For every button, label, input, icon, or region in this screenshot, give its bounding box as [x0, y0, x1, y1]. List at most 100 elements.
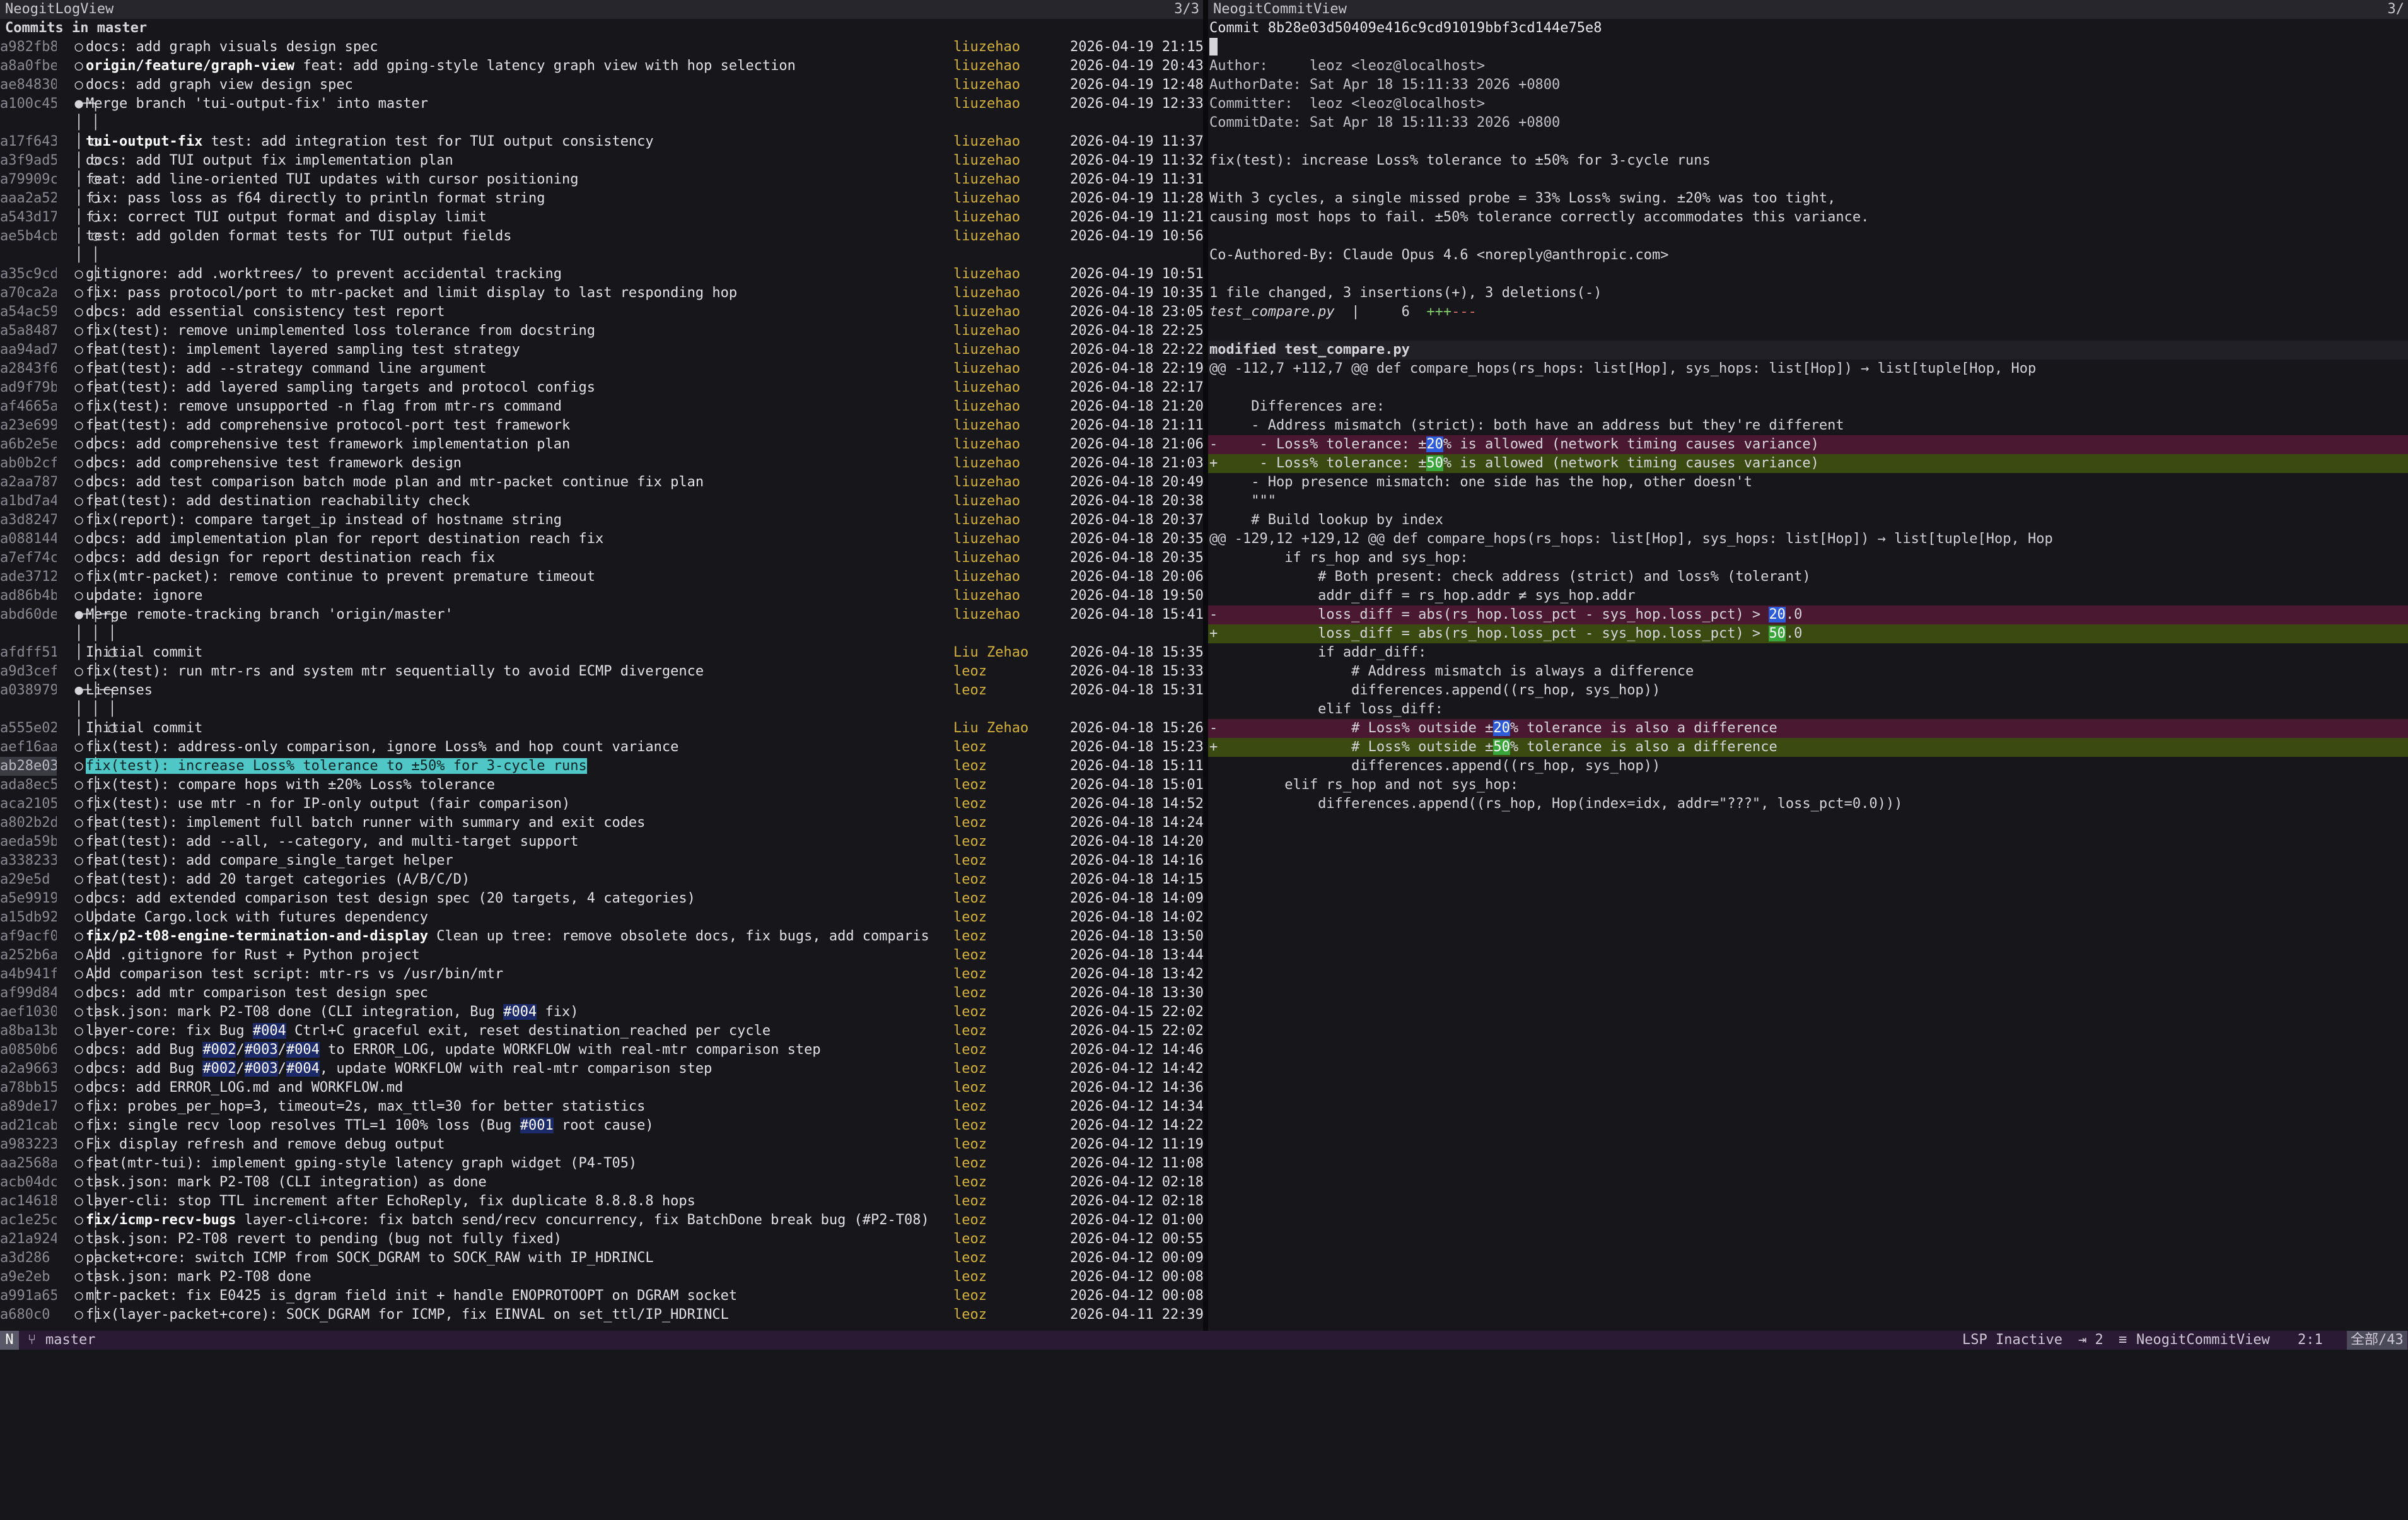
- commit-row[interactable]: a100c45 ●─╮ Merge branch 'tui-output-fix'…: [0, 95, 1203, 114]
- hunk-header-2[interactable]: @@ -129,12 +129,12 @@ def compare_hops(r…: [1208, 530, 2408, 549]
- commit-list[interactable]: a982fb8 ○ docs: add graph visuals design …: [0, 38, 1203, 1324]
- commit-row[interactable]: a89de17 ○ │ fix: probes_per_hop=3, timeou…: [0, 1097, 1203, 1116]
- commit-row[interactable]: aef16aa ○ │ fix(test): address-only compa…: [0, 738, 1203, 757]
- commit-row[interactable]: a23e699 ○ │ feat(test): add comprehensive…: [0, 416, 1203, 435]
- commit-row[interactable]: a2843f6 ○ │ feat(test): add --strategy co…: [0, 360, 1203, 378]
- commit-row[interactable]: a088144 ○ │ docs: add implementation plan…: [0, 530, 1203, 549]
- commit-row[interactable]: a4b941f ○ │ Add comparison test script: m…: [0, 965, 1203, 984]
- commit-row[interactable]: a17f643 │ ○ tui-output-fix test: add inte…: [0, 132, 1203, 151]
- hunk-header-1[interactable]: @@ -112,7 +112,7 @@ def compare_hops(rs_…: [1208, 360, 2408, 378]
- commit-row[interactable]: a5a8487 ○ │ fix(test): remove unimplement…: [0, 322, 1203, 341]
- commit-row[interactable]: a3f9ad5 │ ○ docs: add TUI output fix impl…: [0, 151, 1203, 170]
- commit-body-line: causing most hops to fail. ±50% toleranc…: [1209, 209, 1870, 225]
- diffstat-file-row[interactable]: test_compare.py | 6 +++---: [1208, 303, 2408, 322]
- commit-row[interactable]: ae84830 ○ docs: add graph view design spe…: [0, 76, 1203, 95]
- commit-row[interactable]: af4665a ○ │ fix(test): remove unsupported…: [0, 397, 1203, 416]
- cursor-line[interactable]: [1208, 38, 2408, 57]
- commit-row[interactable]: a543d17 │ ○ fix: correct TUI output forma…: [0, 208, 1203, 227]
- commit-message: feat(test): add destination reachability…: [86, 492, 950, 511]
- commit-row[interactable]: afdff51 │ │ ○ Initial commit Liu Zehao 2026…: [0, 643, 1203, 662]
- commit-row[interactable]: ad9f79b ○ │ feat(test): add layered sampl…: [0, 378, 1203, 397]
- commit-subject: test: add golden format tests for TUI ou…: [86, 228, 512, 244]
- commit-row[interactable]: ada8ec5 ○ │ fix(test): compare hops with …: [0, 776, 1203, 795]
- commit-row[interactable]: a9d3cef ○ │ fix(test): run mtr-rs and sys…: [0, 662, 1203, 681]
- commit-row[interactable]: ab0b2cf ○ │ docs: add comprehensive test …: [0, 454, 1203, 473]
- pane-divider[interactable]: [1203, 0, 1208, 1331]
- commit-author: leoz: [953, 739, 987, 755]
- commit-row[interactable]: aef1030 ○ │ task.json: mark P2-T08 done (…: [0, 1003, 1203, 1022]
- commit-hash: aa94ad7: [0, 342, 57, 358]
- commit-row[interactable]: a338233 ○ │ feat(test): add compare_singl…: [0, 851, 1203, 870]
- commit-row[interactable]: a54ac59 ○ │ docs: add essential consisten…: [0, 303, 1203, 322]
- commit-row[interactable]: ae5b4cb │ ○ test: add golden format tests…: [0, 227, 1203, 246]
- commit-row[interactable]: a983223 ○ │ Fix display refresh and remov…: [0, 1135, 1203, 1154]
- commit-row[interactable]: aa94ad7 ○ │ feat(test): implement layered…: [0, 341, 1203, 360]
- commit-graph: │ │ │: [58, 626, 117, 641]
- commit-message: feat(test): add comprehensive protocol-p…: [86, 416, 950, 435]
- commit-row[interactable]: a991a65 ○ │ mtr-packet: fix E0425 is_dgra…: [0, 1287, 1203, 1306]
- commit-subject: docs: add graph visuals design spec: [86, 39, 378, 55]
- commit-row[interactable]: aca2105 ○ │ fix(test): use mtr -n for IP-…: [0, 795, 1203, 814]
- commit-row[interactable]: a15db92 ○ │ Update Cargo.lock with future…: [0, 908, 1203, 927]
- commit-author: leoz: [953, 1212, 987, 1228]
- commit-date: 2026-04-18 20:35: [1070, 531, 1203, 547]
- commit-hash: a4b941f: [0, 966, 57, 982]
- graph-spacer-row: │ │: [0, 114, 1203, 132]
- commit-row[interactable]: af9acf0 ○ │ fix/p2-t08-engine-termination…: [0, 927, 1203, 946]
- commit-row[interactable]: ad21cab ○ │ fix: single recv loop resolve…: [0, 1116, 1203, 1135]
- commit-row[interactable]: abd60de ●─│─╮ Merge remote-tracking branc…: [0, 605, 1203, 624]
- commit-row[interactable]: a6b2e5e ○ │ docs: add comprehensive test …: [0, 435, 1203, 454]
- commit-subject: mtr-packet: fix E0425 is_dgram field ini…: [86, 1288, 738, 1304]
- commit-row[interactable]: aa2568a ○ │ feat(mtr-tui): implement gpin…: [0, 1154, 1203, 1173]
- bug-reference: #004: [503, 1004, 537, 1020]
- commit-row[interactable]: a038979 ●─│─╮ Licenses leoz 2026-04-18 15:3…: [0, 681, 1203, 700]
- commit-row[interactable]: a3d286 ○ │ packet+core: switch ICMP from …: [0, 1249, 1203, 1268]
- commit-row[interactable]: a0850b6 ○ │ docs: add Bug #002/#003/#004 …: [0, 1041, 1203, 1060]
- diffstat-count: 6: [1401, 304, 1410, 320]
- commit-row[interactable]: a555e02 │ │ ○ Initial commit Liu Zehao 2026…: [0, 719, 1203, 738]
- commit-row[interactable]: aeda59b ○ │ feat(test): add --all, --cate…: [0, 833, 1203, 851]
- diff-context: # Build lookup by index: [1209, 512, 1443, 528]
- commit-row[interactable]: a29e5d ○ │ feat(test): add 20 target cate…: [0, 870, 1203, 889]
- modified-file-header[interactable]: modified test_compare.py: [1208, 341, 2408, 360]
- commit-row[interactable]: af99d84c ○ │docs: add mtr comparison tes…: [0, 984, 1203, 1003]
- commit-row[interactable]: ab28e03 ○ │ fix(test): increase Loss% tol…: [0, 757, 1203, 776]
- commit-message: fix(mtr-packet): remove continue to prev…: [86, 568, 950, 587]
- commit-hash: a70ca2a: [0, 285, 57, 301]
- commit-row[interactable]: ad86b4b ○ │ update: ignore liuzehao 2026-04…: [0, 587, 1203, 605]
- commit-hash: ae5b4cb: [0, 228, 57, 244]
- diff-text: - - Loss% tolerance: ±: [1209, 436, 1427, 452]
- commit-row[interactable]: a79909c │ ○ feat: add line-oriented TUI u…: [0, 170, 1203, 189]
- commit-row[interactable]: a8a0fbe ○ origin/feature/graph-view feat:…: [0, 57, 1203, 76]
- commit-row[interactable]: ac14618 ○ │ layer-cli: stop TTL increment…: [0, 1192, 1203, 1211]
- commit-row[interactable]: a252b6a ○ │ Add .gitignore for Rust + Pyt…: [0, 946, 1203, 965]
- commit-view-pane[interactable]: NeogitCommitView 3/ Commit 8b28e03d50409…: [1208, 0, 2408, 1331]
- commit-hash: aaa2a52: [0, 190, 57, 206]
- commit-row[interactable]: a70ca2a ○ │ fix: pass protocol/port to mt…: [0, 284, 1203, 303]
- commit-row[interactable]: ac1e25c6 ○ │fix/icmp-recv-bugs layer-cli…: [0, 1211, 1203, 1230]
- commit-row[interactable]: a982fb8 ○ docs: add graph visuals design …: [0, 38, 1203, 57]
- bug-reference: #002: [202, 1061, 236, 1077]
- commit-row[interactable]: a2aa787 ○ │ docs: add test comparison bat…: [0, 473, 1203, 492]
- commit-row[interactable]: acb04dc ○ │ task.json: mark P2-T08 (CLI i…: [0, 1173, 1203, 1192]
- commit-row[interactable]: a802b2d ○ │ feat(test): implement full ba…: [0, 814, 1203, 833]
- commit-row[interactable]: ade3712 ○ │ fix(mtr-packet): remove conti…: [0, 568, 1203, 587]
- commit-row[interactable]: a1bd7a4 ○ │ feat(test): add destination r…: [0, 492, 1203, 511]
- commit-row[interactable]: aaa2a52 │ ○ fix: pass loss as f64 directl…: [0, 189, 1203, 208]
- commit-row[interactable]: a9e2eb ○ │ task.json: mark P2-T08 done leo…: [0, 1268, 1203, 1287]
- commit-row[interactable]: a21a924 ○ │ task.json: P2-T08 revert to p…: [0, 1230, 1203, 1249]
- commit-row[interactable]: a7ef74c ○ │ docs: add design for report d…: [0, 549, 1203, 568]
- commit-row[interactable]: a5e9919 ○ │ docs: add extended comparison…: [0, 889, 1203, 908]
- commit-row[interactable]: a35c9cd ○ │ gitignore: add .worktrees/ to…: [0, 265, 1203, 284]
- commit-row[interactable]: a2a9663 ○ │ docs: add Bug #002/#003/#004,…: [0, 1060, 1203, 1079]
- commit-date: 2026-04-12 14:42: [1070, 1061, 1203, 1077]
- commit-row[interactable]: a3d8247 ○ │ fix(report): compare target_i…: [0, 511, 1203, 530]
- commit-row[interactable]: a8ba13b ○ │ layer-core: fix Bug #004 Ctrl…: [0, 1022, 1203, 1041]
- log-view-pane[interactable]: NeogitLogView 3/3 Commits in master a982…: [0, 0, 1203, 1331]
- diff-context: elif rs_hop and not sys_hop:: [1209, 777, 1519, 793]
- commit-row[interactable]: a78bb15 ○ │ docs: add ERROR_LOG.md and WO…: [0, 1079, 1203, 1097]
- commit-date: 2026-04-11 22:39: [1070, 1307, 1203, 1323]
- diff-context: """: [1209, 493, 1276, 509]
- commit-row[interactable]: a680c0 ○ │ fix(layer-packet+core): SOCK_D…: [0, 1306, 1203, 1324]
